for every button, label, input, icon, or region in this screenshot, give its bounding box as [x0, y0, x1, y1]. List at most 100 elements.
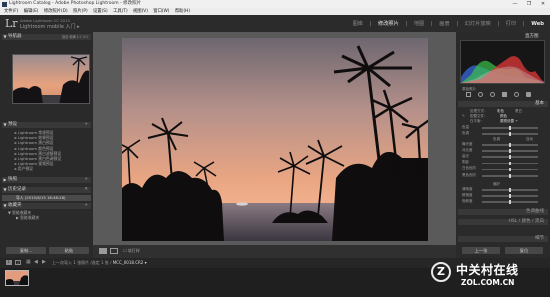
reset-button[interactable]: 复位 [505, 247, 543, 254]
filmstrip-filename[interactable]: MCC_0018.CR2 ▾ [113, 260, 147, 265]
loupe-view-icon[interactable] [99, 248, 107, 254]
identity-line2[interactable]: Lightroom mobile 入门 ▸ [20, 23, 80, 30]
auto-tone-button[interactable]: 自动 [526, 137, 533, 142]
menu-file[interactable]: 文件(F) [4, 9, 18, 14]
add-collection-icon[interactable]: + [84, 203, 88, 209]
add-preset-icon[interactable]: + [84, 122, 88, 128]
close-icon[interactable]: ✕ [536, 0, 550, 8]
module-slideshow[interactable]: 幻灯片放映 [465, 21, 491, 27]
zoom-options[interactable]: 适合 填满 1:1 3:1 [62, 34, 88, 40]
slider-track[interactable] [482, 194, 538, 198]
back-arrow-icon[interactable]: ◀ [34, 259, 38, 265]
slider-track[interactable] [482, 161, 538, 166]
lightroom-logo: Lr [5, 17, 18, 30]
zol-watermark-cn: 中关村在线 [456, 263, 519, 277]
module-divider: | [521, 21, 525, 27]
basic-header[interactable]: 基本 [458, 101, 548, 107]
slider-thumb[interactable] [508, 200, 512, 204]
softproof-toggle[interactable]: ☐ 软打样 [123, 248, 140, 254]
module-develop[interactable]: 修改照片 [378, 21, 399, 27]
filmstrip-source[interactable]: 上一次导入 1 张照片 /选定 1 张 / MCC_0018.CR2 ▾ [52, 260, 147, 266]
menu-photo[interactable]: 照片(P) [73, 9, 88, 14]
menu-help[interactable]: 帮助(H) [175, 9, 190, 14]
navigator-thumbnail-image [13, 55, 89, 103]
copy-button[interactable]: 复制... [6, 247, 46, 254]
red-eye-icon[interactable] [490, 92, 495, 97]
menu-view[interactable]: 视图(V) [133, 9, 148, 14]
minimize-icon[interactable]: — [508, 0, 522, 8]
menu-edit[interactable]: 编辑(E) [24, 9, 39, 14]
slider-thumb[interactable] [508, 161, 512, 166]
module-picker: 图库 | 修改照片 | 地图 | 画册 | 幻灯片放映 | 打印 | Web [348, 20, 544, 27]
main-photo[interactable] [115, 38, 433, 241]
menu-settings[interactable]: 设置(S) [93, 9, 108, 14]
slider-thumb[interactable] [508, 194, 512, 198]
slider-thumb[interactable] [508, 126, 512, 130]
snapshots-header[interactable]: ▶ 快照 + [2, 177, 91, 183]
collections-header[interactable]: ▼ 收藏夹 + [2, 203, 91, 209]
menu-develop[interactable]: 修改照片(D) [44, 9, 68, 14]
add-snapshot-icon[interactable]: + [84, 177, 88, 183]
slider-track[interactable] [482, 143, 538, 147]
collection-item[interactable]: ▶ 智能收藏夹 [8, 215, 39, 220]
forward-arrow-icon[interactable]: ▶ [42, 259, 46, 265]
softproof-label: 软打样 [127, 248, 140, 253]
slider-thumb[interactable] [508, 188, 512, 192]
module-library[interactable]: 图库 [353, 21, 363, 27]
slider-thumb[interactable] [508, 132, 512, 136]
eyedropper-icon[interactable]: ✎ [462, 114, 465, 118]
menu-window[interactable]: 窗口(W) [153, 9, 169, 14]
brush-tool-icon[interactable] [526, 92, 531, 97]
slider-label: 鲜艳度 [462, 192, 473, 197]
detail-header[interactable]: 细节 [458, 236, 548, 242]
slider-thumb[interactable] [508, 149, 512, 153]
filmstrip-thumbnail[interactable] [5, 270, 29, 286]
module-book[interactable]: 画册 [439, 21, 449, 27]
treatment-bw[interactable]: 黑白 [515, 109, 522, 114]
histogram[interactable] [460, 40, 545, 84]
history-item[interactable]: 导入 (2015/6/15 16:46:28) [2, 195, 91, 201]
preset-folder[interactable]: 用户预设 [14, 166, 61, 171]
navigator-header[interactable]: ▼ 导航器 适合 填满 1:1 3:1 [2, 34, 91, 40]
slider-track[interactable] [482, 167, 538, 172]
clear-history-icon[interactable]: ✕ [84, 187, 88, 193]
wb-label: 白平衡： [470, 119, 484, 123]
crop-tool-icon[interactable] [466, 92, 471, 97]
navigator-preview[interactable] [12, 54, 90, 104]
maximize-icon[interactable]: ❐ [522, 0, 536, 8]
module-divider: | [495, 21, 500, 27]
paste-button[interactable]: 粘贴 [49, 247, 89, 254]
tone-section-title: 色调 [493, 137, 500, 141]
slider-track[interactable] [482, 200, 538, 204]
tone-curve-header[interactable]: 色调曲线 [458, 209, 548, 215]
slider-track[interactable] [482, 188, 538, 192]
slider-track[interactable] [482, 149, 538, 153]
slider-thumb[interactable] [508, 167, 512, 172]
zol-logo-badge: Z [431, 262, 451, 282]
wb-value[interactable]: 原照设置 ÷ [500, 119, 518, 124]
slider-thumb[interactable] [508, 143, 512, 147]
before-after-icon[interactable] [110, 248, 118, 254]
module-print[interactable]: 打印 [506, 21, 516, 27]
page2-box[interactable]: 2 [15, 260, 21, 265]
page2-label: 2 [17, 260, 20, 265]
hsl-header[interactable]: HSL / 颜色 / 黑白 [458, 219, 548, 225]
module-web[interactable]: Web [531, 21, 544, 27]
slider-track[interactable] [482, 126, 538, 130]
slider-track[interactable] [482, 132, 538, 136]
slider-thumb[interactable] [508, 155, 512, 159]
window-titlebar: Lightroom Catalog - Adobe Photoshop Ligh… [0, 0, 550, 8]
history-header[interactable]: ▼ 历史记录 ✕ [2, 187, 91, 193]
slider-track[interactable] [482, 155, 538, 159]
page1-box[interactable]: 1 [6, 260, 12, 265]
presets-header[interactable]: ▼ 预设 + [2, 122, 91, 128]
spot-removal-icon[interactable] [478, 92, 483, 97]
slider-thumb[interactable] [508, 174, 512, 178]
grid-view-icon[interactable]: ▦ [26, 259, 31, 265]
previous-button[interactable]: 上一张 [462, 247, 500, 254]
module-map[interactable]: 地图 [414, 21, 424, 27]
menu-tools[interactable]: 工具(T) [113, 9, 128, 14]
radial-filter-icon[interactable] [514, 92, 519, 97]
slider-track[interactable] [482, 174, 538, 178]
graduated-filter-icon[interactable] [502, 92, 507, 97]
